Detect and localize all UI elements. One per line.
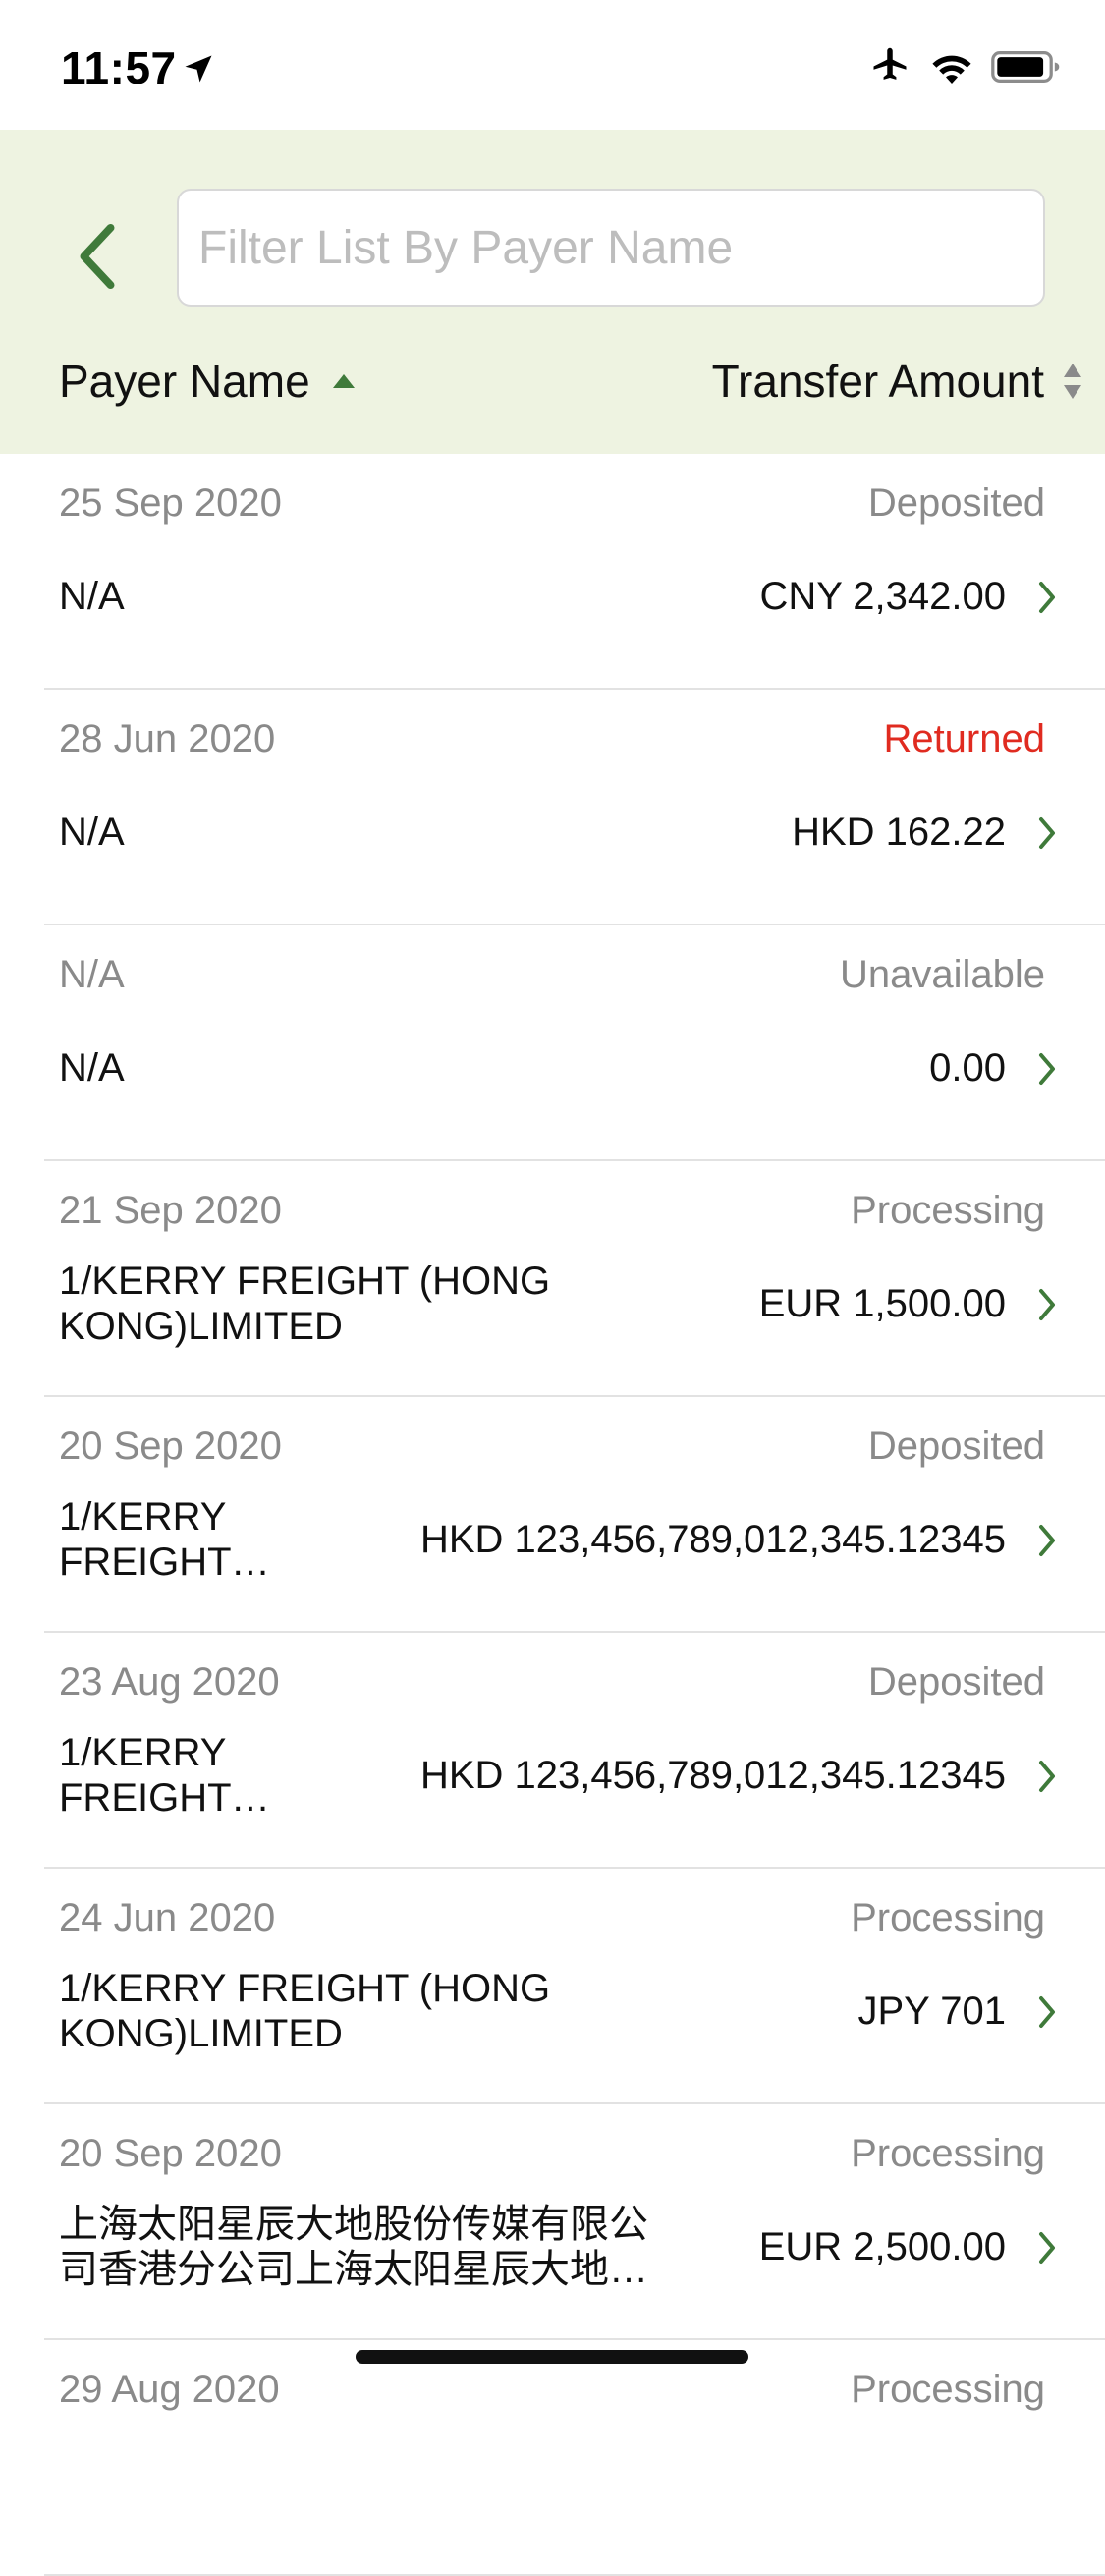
payer-name: 上海太阳星辰大地股份传媒有限公司香港分公司上海太阳星辰大地股份传媒有限公司 xyxy=(59,2193,678,2301)
sort-by-payer-name[interactable]: Payer Name xyxy=(59,350,356,413)
payer-name: 1/KERRY FREIGHT (HONG KONG)LIMITED xyxy=(59,1957,678,2065)
status-time: 11:57 xyxy=(61,42,177,93)
transfer-date: 20 Sep 2020 xyxy=(59,2132,282,2175)
chevron-right-icon xyxy=(1039,1053,1055,1085)
location-arrow-icon xyxy=(185,55,212,83)
home-indicator[interactable] xyxy=(356,2350,748,2364)
transfer-date: 24 Jun 2020 xyxy=(59,1896,276,1939)
transfer-amount: CNY 2,342.00 xyxy=(759,574,1006,618)
payer-name-text: 1/KERRY FREIGHT (HONG KONG)LIMITED xyxy=(59,1495,231,1584)
transfer-date: 23 Aug 2020 xyxy=(59,1660,280,1704)
transfer-row[interactable]: 25 Sep 2020 Deposited N/A CNY 2,342.00 xyxy=(44,454,1105,690)
sort-unsorted-icon xyxy=(1064,364,1081,399)
payer-name-text: 1/KERRY FREIGHT (HONG KONG)LIMITED xyxy=(59,1260,551,1348)
transfer-status: Deposited xyxy=(867,1660,1045,1704)
transfer-row[interactable]: 20 Sep 2020 Deposited 1/KERRY FREIGHT (H… xyxy=(44,1397,1105,1633)
sort-by-transfer-amount[interactable]: Transfer Amount xyxy=(712,350,1083,413)
battery-icon xyxy=(991,50,1060,84)
transfer-status: Unavailable xyxy=(839,953,1045,996)
back-button[interactable] xyxy=(63,212,132,301)
payer-name: N/A xyxy=(59,778,678,886)
transfer-amount: EUR 2,500.00 xyxy=(758,2224,1006,2268)
sort-payer-label: Payer Name xyxy=(59,356,310,407)
transfer-row[interactable]: 21 Sep 2020 Processing 1/KERRY FREIGHT (… xyxy=(44,1161,1105,1397)
transfer-date: 28 Jun 2020 xyxy=(59,717,276,760)
chevron-right-icon xyxy=(1039,1289,1055,1320)
payer-name-text: 1/KERRY FREIGHT (HONG KONG)LIMITED xyxy=(59,1731,231,1820)
payer-name: 1/KERRY FREIGHT (HONG KONG)LIMITED xyxy=(59,1721,354,1829)
transfer-amount: JPY 701 xyxy=(857,1988,1007,2033)
chevron-right-icon xyxy=(1039,1525,1055,1556)
transfer-date: 29 Aug 2020 xyxy=(59,2368,280,2411)
transfer-amount: HKD 123,456,789,012,345.12345 xyxy=(419,1517,1006,1561)
chevron-right-icon xyxy=(1039,817,1055,849)
payer-name: 1/KERRY FREIGHT (HONG KONG)LIMITED xyxy=(59,1485,354,1594)
payer-name-text: 上海太阳星辰大地股份传媒有限公司香港分公司上海太阳星辰大地股份传媒有限公司 xyxy=(59,2203,648,2291)
payer-name: N/A xyxy=(59,542,678,650)
transfer-status: Processing xyxy=(851,2368,1045,2411)
transfer-amount: EUR 1,500.00 xyxy=(758,1281,1006,1325)
chevron-right-icon xyxy=(1039,582,1055,613)
transfer-status: Processing xyxy=(851,2132,1045,2175)
chevron-left-icon xyxy=(80,223,115,290)
transfer-date: 20 Sep 2020 xyxy=(59,1425,282,1468)
sort-amount-label: Transfer Amount xyxy=(711,356,1044,407)
payer-name-text: 1/KERRY FREIGHT (HONG KONG)LIMITED xyxy=(59,1967,551,2055)
sort-ascending-icon xyxy=(332,374,355,388)
transfer-status: Returned xyxy=(883,717,1045,760)
transfer-amount: HKD 162.22 xyxy=(792,810,1006,854)
transfer-status: Processing xyxy=(851,1896,1045,1939)
payer-name-text: N/A xyxy=(59,1046,125,1090)
wifi-icon xyxy=(932,55,971,84)
status-bar: 11:57 xyxy=(0,0,1105,130)
transfer-status: Deposited xyxy=(867,1425,1045,1468)
transfer-status: Deposited xyxy=(867,481,1045,525)
chevron-right-icon xyxy=(1039,2232,1055,2264)
transfer-date: 21 Sep 2020 xyxy=(59,1189,282,1232)
transfer-date: 25 Sep 2020 xyxy=(59,481,282,525)
transfer-row[interactable]: 20 Sep 2020 Processing 上海太阳星辰大地股份传媒有限公司香… xyxy=(44,2104,1105,2340)
transfer-amount: HKD 123,456,789,012,345.12345 xyxy=(419,1753,1006,1797)
transfer-row[interactable]: 29 Aug 2020 Processing xyxy=(44,2340,1105,2576)
transfer-row[interactable]: 28 Jun 2020 Returned N/A HKD 162.22 xyxy=(44,690,1105,925)
payer-name-text: N/A xyxy=(59,575,125,618)
payer-name-text: N/A xyxy=(59,811,125,854)
payer-name: 1/KERRY FREIGHT (HONG KONG)LIMITED xyxy=(59,1250,678,1358)
list-header: Payer Name Transfer Amount xyxy=(0,130,1105,454)
transfer-date: N/A xyxy=(59,953,125,996)
airplane-icon xyxy=(873,47,907,80)
transfer-status: Processing xyxy=(851,1189,1045,1232)
transfer-row[interactable]: 23 Aug 2020 Deposited 1/KERRY FREIGHT (H… xyxy=(44,1633,1105,1869)
transfer-row[interactable]: 24 Jun 2020 Processing 1/KERRY FREIGHT (… xyxy=(44,1869,1105,2104)
payer-name: N/A xyxy=(59,1014,678,1122)
filter-payer-input[interactable] xyxy=(177,189,1045,307)
transfer-amount: 0.00 xyxy=(929,1045,1006,1090)
transfer-list: 25 Sep 2020 Deposited N/A CNY 2,342.00 2… xyxy=(0,454,1105,2576)
chevron-right-icon xyxy=(1039,1996,1055,2028)
chevron-right-icon xyxy=(1039,1761,1055,1792)
transfer-row[interactable]: N/A Unavailable N/A 0.00 xyxy=(44,925,1105,1161)
